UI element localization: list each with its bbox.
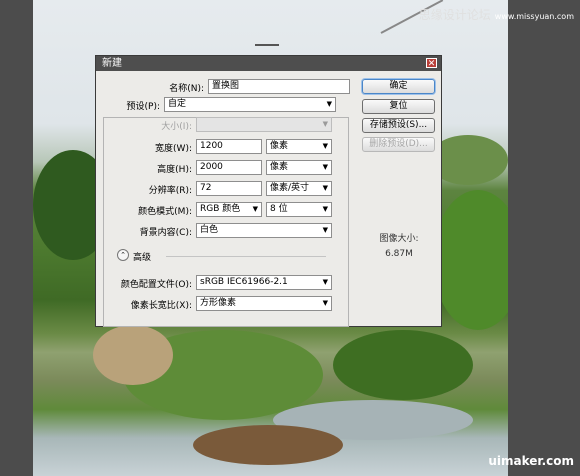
dialog-titlebar[interactable]: 新建 ✕ <box>96 56 441 71</box>
reset-button[interactable]: 复位 <box>362 99 435 114</box>
chevron-down-icon: ▼ <box>322 163 328 171</box>
advanced-divider <box>166 256 326 257</box>
color-profile-select[interactable]: sRGB IEC61966-2.1 ▼ <box>196 275 332 290</box>
preset-value: 自定 <box>168 99 187 109</box>
photo-roof <box>193 425 343 465</box>
background-label: 背景内容(C): <box>139 228 192 238</box>
height-input[interactable]: 2000 <box>196 160 262 175</box>
resolution-unit-value: 像素/英寸 <box>270 183 310 193</box>
collapse-up-icon[interactable]: ⌃ <box>117 249 129 261</box>
bit-depth-value: 8 位 <box>270 204 288 214</box>
watermark-top-text: 思缘设计论坛 <box>418 8 491 22</box>
color-profile-label: 颜色配置文件(O): <box>120 280 192 290</box>
height-label: 高度(H): <box>157 165 192 175</box>
name-input[interactable]: 置换图 <box>208 79 350 94</box>
chevron-down-icon: ▼ <box>326 100 332 108</box>
width-label: 宽度(W): <box>155 144 192 154</box>
background-select[interactable]: 白色 ▼ <box>196 223 332 238</box>
bit-depth-select[interactable]: 8 位 ▼ <box>266 202 332 217</box>
watermark-bottom: uimaker.com <box>488 454 574 468</box>
image-size-title: 图像大小: <box>379 234 419 244</box>
background-value: 白色 <box>200 225 219 235</box>
chevron-down-icon: ▼ <box>322 184 328 192</box>
resolution-unit-select[interactable]: 像素/英寸 ▼ <box>266 181 332 196</box>
chevron-down-icon: ▼ <box>322 142 328 150</box>
watermark-top: 思缘设计论坛 www.missyuan.com <box>419 6 574 23</box>
color-mode-label: 颜色模式(M): <box>138 207 192 217</box>
pixel-aspect-label: 像素长宽比(X): <box>130 301 192 311</box>
workspace-right <box>508 0 580 476</box>
preset-select[interactable]: 自定 ▼ <box>164 97 336 112</box>
size-select: ▼ <box>196 117 332 132</box>
save-preset-button[interactable]: 存储预设(S)... <box>362 118 435 133</box>
chevron-down-icon: ▼ <box>322 278 328 286</box>
size-label: 大小(I): <box>161 122 192 132</box>
preset-label: 预设(P): <box>126 102 160 112</box>
photo-tree <box>333 330 473 400</box>
chevron-down-icon: ▼ <box>322 120 328 128</box>
height-unit-select[interactable]: 像素 ▼ <box>266 160 332 175</box>
pixel-aspect-select[interactable]: 方形像素 ▼ <box>196 296 332 311</box>
watermark-top-site: www.missyuan.com <box>494 12 574 21</box>
image-size-value: 6.87M <box>385 249 413 259</box>
resolution-input[interactable]: 72 <box>196 181 262 196</box>
dialog-title: 新建 <box>102 58 122 69</box>
height-unit-value: 像素 <box>270 162 289 172</box>
pixel-aspect-value: 方形像素 <box>200 298 237 308</box>
color-mode-select[interactable]: RGB 颜色 ▼ <box>196 202 262 217</box>
resolution-label: 分辨率(R): <box>148 186 192 196</box>
advanced-label[interactable]: 高级 <box>133 250 151 263</box>
ok-button[interactable]: 确定 <box>362 79 435 94</box>
color-mode-value: RGB 颜色 <box>200 204 241 214</box>
close-icon[interactable]: ✕ <box>426 58 437 69</box>
width-unit-value: 像素 <box>270 141 289 151</box>
dialog-body: 名称(N): 置换图 预设(P): 自定 ▼ 大小(I): ▼ 宽度(W): 12… <box>96 71 441 327</box>
chevron-down-icon: ▼ <box>322 205 328 213</box>
chevron-down-icon: ▼ <box>252 205 258 213</box>
width-unit-select[interactable]: 像素 ▼ <box>266 139 332 154</box>
color-profile-value: sRGB IEC61966-2.1 <box>200 277 288 287</box>
workspace-left <box>0 0 33 476</box>
width-input[interactable]: 1200 <box>196 139 262 154</box>
photo-tree <box>433 190 508 330</box>
chevron-down-icon: ▼ <box>322 226 328 234</box>
photo-rock <box>93 325 173 385</box>
name-label: 名称(N): <box>169 84 204 94</box>
new-document-dialog: 新建 ✕ 名称(N): 置换图 预设(P): 自定 ▼ 大小(I): ▼ 宽度(W… <box>95 55 442 327</box>
chevron-down-icon: ▼ <box>322 299 328 307</box>
delete-preset-button: 删除预设(D)... <box>362 137 435 152</box>
